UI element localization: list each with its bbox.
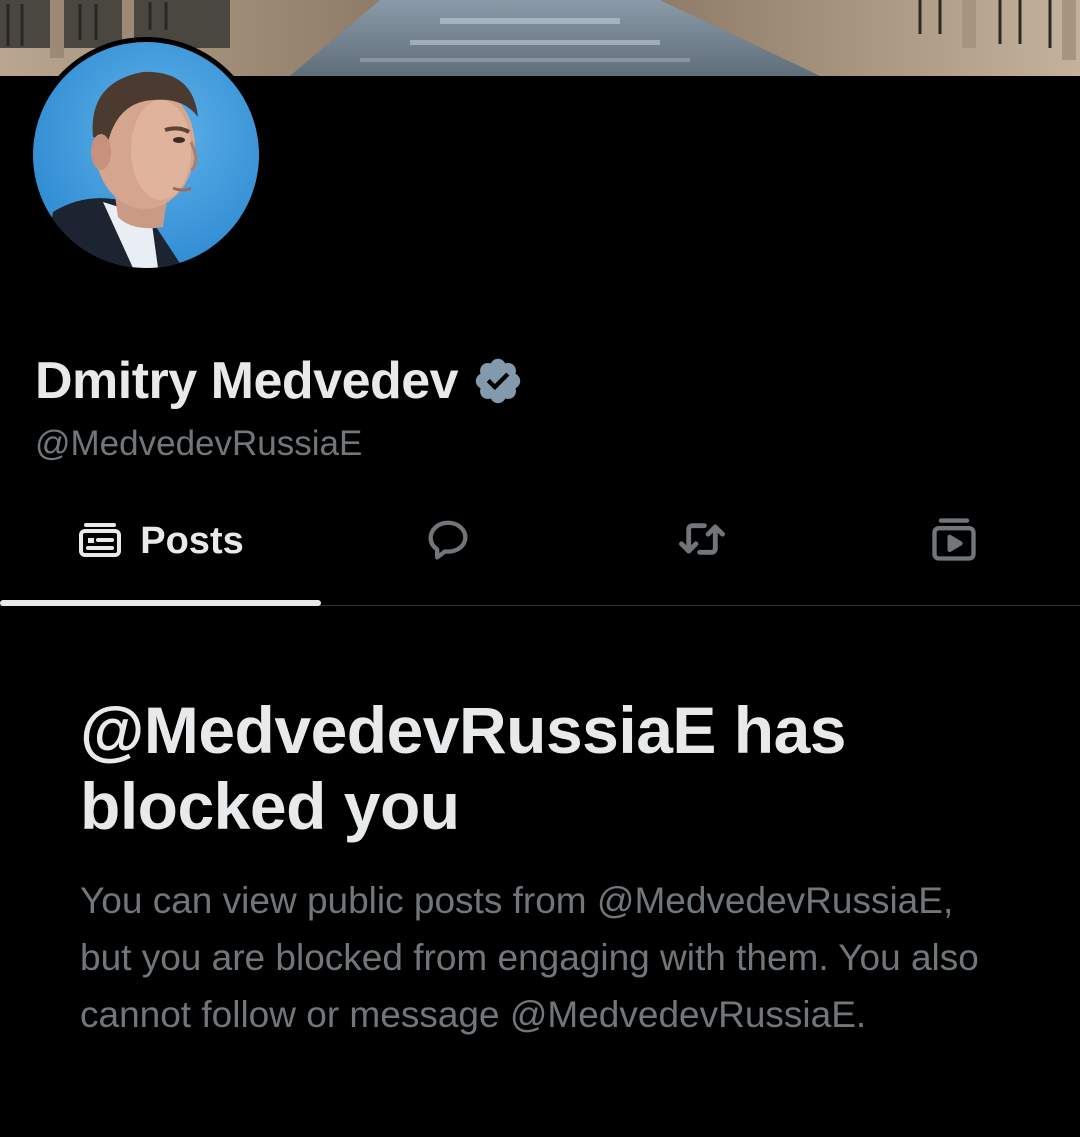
blocked-notice-description: You can view public posts from @Medvedev… bbox=[80, 880, 979, 1035]
verified-badge-icon[interactable] bbox=[472, 355, 524, 407]
profile-name-row: Dmitry Medvedev bbox=[35, 346, 524, 416]
blocked-notice-title: @MedvedevRussiaE has blocked you bbox=[80, 693, 847, 843]
avatar-image bbox=[33, 42, 259, 268]
profile-avatar[interactable] bbox=[28, 37, 264, 273]
replies-icon bbox=[422, 513, 474, 570]
tab-selected-indicator bbox=[0, 600, 321, 606]
tab-posts-label: Posts bbox=[140, 520, 244, 562]
repost-icon bbox=[673, 510, 731, 573]
tab-posts[interactable]: Posts bbox=[0, 478, 321, 606]
media-icon bbox=[928, 513, 980, 570]
profile-handle: @MedvedevRussiaE bbox=[35, 424, 363, 463]
tab-replies[interactable] bbox=[320, 478, 576, 605]
tab-reposts[interactable] bbox=[576, 478, 828, 605]
tab-media[interactable] bbox=[828, 478, 1080, 605]
profile-display-name: Dmitry Medvedev bbox=[35, 352, 459, 410]
posts-icon bbox=[76, 515, 124, 568]
profile-tabs: Posts bbox=[0, 478, 1080, 606]
